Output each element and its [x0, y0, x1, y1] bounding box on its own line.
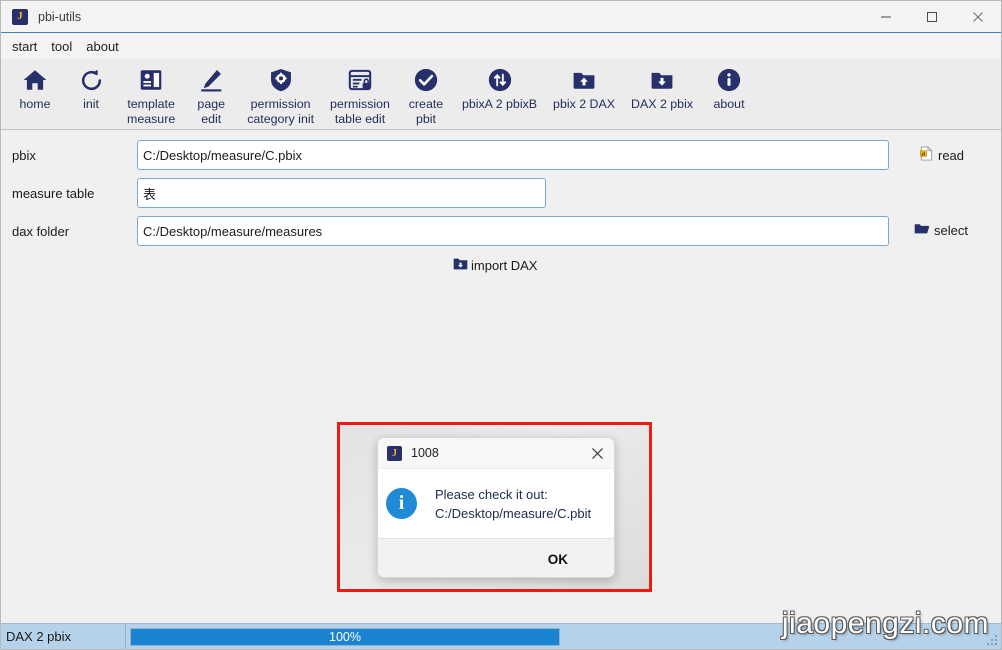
toolbar-label-page-edit: page edit: [197, 97, 225, 127]
select-button[interactable]: select: [914, 222, 968, 239]
folder-open-icon: [914, 222, 930, 239]
message-dialog: J 1008 i Please check it out: C:/Desktop…: [377, 437, 615, 578]
resize-grip[interactable]: [986, 635, 998, 647]
form-area: pbix C:/Desktop/measure/C.pbix read meas…: [1, 131, 1001, 623]
toolbar-item-create-pbit[interactable]: create pbit: [398, 59, 454, 129]
dialog-body: i Please check it out: C:/Desktop/measur…: [378, 469, 614, 538]
form-row-dax-folder: dax folder C:/Desktop/measure/measures: [1, 216, 1001, 246]
maximize-icon: [926, 11, 938, 23]
window-controls: [863, 1, 1001, 32]
import-dax-button[interactable]: import DAX: [453, 257, 537, 274]
read-button[interactable]: read: [919, 146, 964, 164]
input-measure-table[interactable]: 表: [137, 178, 546, 208]
minimize-button[interactable]: [863, 1, 909, 32]
close-icon: [591, 447, 604, 460]
template-measure-icon: [138, 65, 164, 95]
dialog-message-line1: Please check it out:: [435, 485, 591, 504]
dialog-title-bar: J 1008: [378, 438, 614, 469]
read-button-label: read: [938, 148, 964, 163]
dialog-message: Please check it out: C:/Desktop/measure/…: [435, 485, 591, 523]
home-icon: [22, 65, 48, 95]
toolbar-label-about: about: [714, 97, 745, 112]
toolbar-item-template-measure[interactable]: template measure: [119, 59, 183, 129]
check-circle-icon: [413, 65, 439, 95]
toolbar-label-permission-category-init: permission category init: [247, 97, 314, 127]
table-lock-icon: [347, 65, 373, 95]
toolbar-label-permission-table-edit: permission table edit: [330, 97, 390, 127]
folder-down-icon: [453, 257, 468, 274]
toolbar: home init temp: [1, 59, 1001, 130]
label-dax-folder: dax folder: [1, 224, 137, 239]
dialog-close-button[interactable]: [580, 438, 614, 468]
dialog-message-line2: C:/Desktop/measure/C.pbit: [435, 504, 591, 523]
progress-bar: 100%: [130, 628, 560, 646]
form-row-measure-table: measure table 表: [1, 178, 1001, 208]
toolbar-item-dax-2-pbix[interactable]: DAX 2 pbix: [623, 59, 701, 114]
label-pbix: pbix: [1, 148, 137, 163]
import-dax-label: import DAX: [471, 258, 537, 273]
toolbar-item-pbix-2-dax[interactable]: pbix 2 DAX: [545, 59, 623, 114]
window-title: pbi-utils: [38, 10, 81, 24]
maximize-button[interactable]: [909, 1, 955, 32]
toolbar-item-about[interactable]: about: [701, 59, 757, 114]
shield-gear-icon: [268, 65, 294, 95]
input-dax-folder[interactable]: C:/Desktop/measure/measures: [137, 216, 889, 246]
menu-bar: start tool about: [1, 32, 1001, 59]
label-measure-table: measure table: [1, 186, 137, 201]
toolbar-item-permission-table-edit[interactable]: permission table edit: [322, 59, 398, 129]
refresh-icon: [79, 65, 104, 95]
info-circle-icon: [716, 65, 742, 95]
status-label: DAX 2 pbix: [1, 624, 126, 650]
toolbar-item-init[interactable]: init: [63, 59, 119, 114]
toolbar-label-home: home: [20, 97, 51, 112]
status-bar: DAX 2 pbix 100%: [1, 623, 1001, 649]
toolbar-label-pbix-2-dax: pbix 2 DAX: [553, 97, 615, 112]
toolbar-item-permission-category-init[interactable]: permission category init: [239, 59, 322, 129]
info-icon: i: [386, 488, 417, 519]
transfer-circle-icon: [487, 65, 513, 95]
close-button[interactable]: [955, 1, 1001, 32]
read-file-icon: [919, 146, 934, 164]
dialog-app-icon: J: [387, 446, 402, 461]
toolbar-item-page-edit[interactable]: page edit: [183, 59, 239, 129]
toolbar-label-create-pbit: create pbit: [409, 97, 443, 127]
toolbar-label-pbixa-2-pbixb: pbixA 2 pbixB: [462, 97, 537, 112]
form-row-pbix: pbix C:/Desktop/measure/C.pbix: [1, 140, 1001, 170]
dialog-title: 1008: [411, 446, 439, 460]
menu-item-about[interactable]: about: [80, 37, 125, 56]
pencil-edit-icon: [198, 65, 224, 95]
folder-down-icon: [649, 65, 675, 95]
app-icon: J: [12, 9, 28, 25]
progress-bar-text: 100%: [131, 629, 559, 645]
toolbar-item-home[interactable]: home: [7, 59, 63, 114]
dialog-ok-button[interactable]: OK: [534, 548, 582, 571]
menu-item-start[interactable]: start: [6, 37, 43, 56]
toolbar-label-template-measure: template measure: [127, 97, 175, 127]
application-window: J pbi-utils start tool a: [0, 0, 1002, 650]
dialog-footer: OK: [378, 538, 614, 578]
close-icon: [972, 11, 984, 23]
title-bar: J pbi-utils: [1, 1, 1001, 33]
menu-item-tool[interactable]: tool: [45, 37, 78, 56]
select-button-label: select: [934, 223, 968, 238]
input-pbix[interactable]: C:/Desktop/measure/C.pbix: [137, 140, 889, 170]
toolbar-item-pbixa-2-pbixb[interactable]: pbixA 2 pbixB: [454, 59, 545, 114]
toolbar-label-dax-2-pbix: DAX 2 pbix: [631, 97, 693, 112]
folder-up-icon: [571, 65, 597, 95]
toolbar-label-init: init: [83, 97, 99, 112]
minimize-icon: [880, 11, 892, 23]
